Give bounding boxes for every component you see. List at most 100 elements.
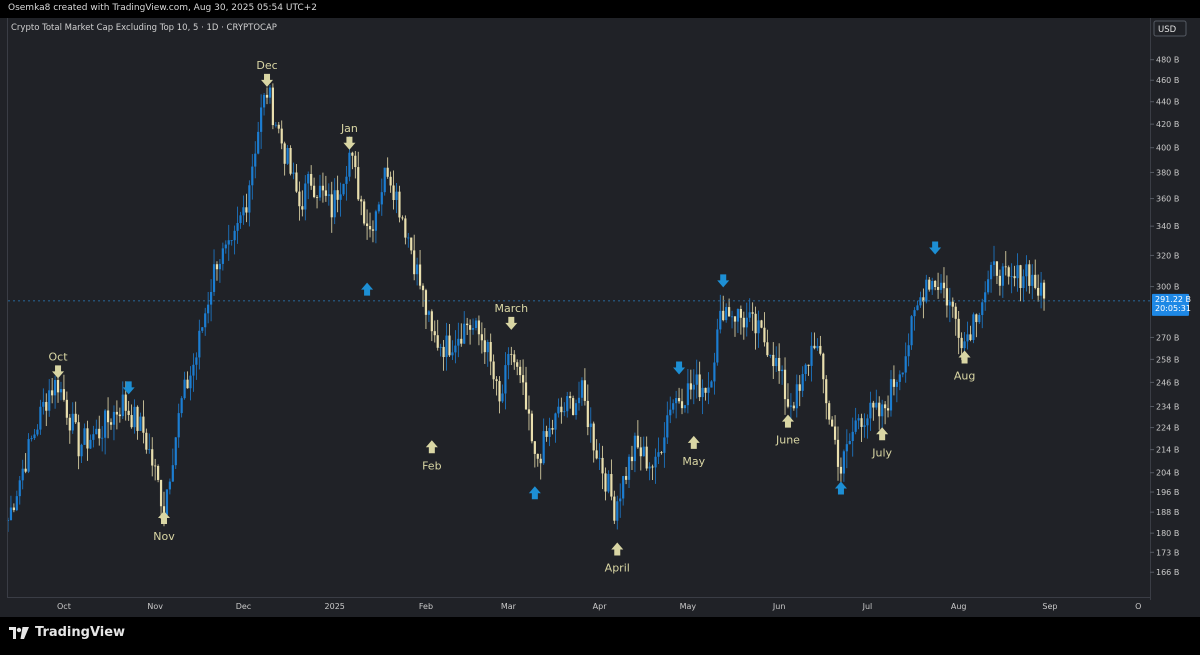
- bottom-bar: [0, 617, 1200, 655]
- candle-body: [533, 441, 536, 454]
- candle-body: [27, 439, 30, 472]
- candle: [139, 412, 142, 431]
- candle-body: [987, 279, 990, 293]
- candle: [604, 467, 607, 501]
- candle-body: [807, 364, 810, 366]
- candle: [1042, 279, 1046, 311]
- candle: [386, 157, 389, 179]
- candle-body: [248, 185, 251, 213]
- countdown-text: 20:05:31: [1155, 304, 1191, 313]
- candle-body: [945, 288, 949, 306]
- candle-body: [910, 316, 913, 346]
- candle: [260, 94, 263, 149]
- candle: [27, 433, 30, 474]
- candle: [813, 332, 816, 350]
- candle: [310, 165, 313, 190]
- candle: [218, 258, 222, 283]
- time-axis[interactable]: Oct Nov Dec 2025 Feb Mar Apr May Jun Jul Aug Sep O: [57, 602, 1141, 611]
- candle-body: [513, 354, 516, 363]
- candle-body: [651, 466, 654, 468]
- candle: [716, 318, 719, 366]
- candle-body: [604, 473, 607, 492]
- candle-body: [218, 263, 222, 270]
- candle-body: [36, 429, 39, 435]
- candle: [357, 151, 360, 201]
- candle-body: [327, 194, 330, 196]
- candle: [713, 352, 716, 395]
- candle: [848, 433, 851, 445]
- candle: [563, 402, 566, 417]
- candle-body: [745, 317, 748, 328]
- candle-body: [739, 308, 742, 318]
- candle: [159, 479, 163, 520]
- candle-body: [395, 191, 398, 201]
- candle-body: [159, 479, 163, 507]
- candle-body: [154, 465, 157, 467]
- candle: [145, 428, 148, 454]
- candle: [1016, 253, 1019, 292]
- candle-body: [748, 312, 751, 318]
- candle-body: [92, 434, 95, 440]
- candle-body: [907, 345, 910, 357]
- annotation-label: Dec: [256, 59, 277, 72]
- candle-body: [142, 416, 145, 433]
- price-tick-label: 180 B: [1156, 529, 1179, 538]
- candle-body: [351, 152, 354, 156]
- candle: [471, 318, 475, 335]
- candle: [819, 335, 822, 356]
- candle: [59, 381, 63, 401]
- candlestick-chart[interactable]: OctNovDecJanFebMarchAprilMayJuneJulyAug …: [0, 18, 1200, 617]
- candle-body: [919, 297, 922, 306]
- candle-body: [83, 428, 86, 445]
- candle: [183, 371, 186, 400]
- candle-body: [833, 426, 837, 440]
- candle: [701, 379, 704, 415]
- candle-body: [209, 291, 213, 305]
- candle-body: [242, 207, 245, 216]
- currency-label[interactable]: USD: [1158, 25, 1177, 35]
- candle: [71, 402, 74, 434]
- candle-body: [730, 316, 734, 318]
- candle: [36, 424, 39, 437]
- candle-body: [424, 290, 428, 315]
- candle: [616, 495, 619, 530]
- candle: [318, 174, 322, 201]
- candle: [521, 359, 525, 395]
- candle-body: [616, 501, 619, 521]
- candle-body: [931, 280, 934, 290]
- candle-body: [333, 190, 336, 218]
- candle: [207, 291, 210, 324]
- candle-body: [230, 240, 233, 242]
- candle: [495, 376, 498, 396]
- candle-body: [630, 456, 634, 462]
- candle: [722, 295, 725, 322]
- candle: [792, 401, 795, 411]
- candle-body: [654, 456, 657, 468]
- candle-body: [1034, 274, 1037, 288]
- annotation-label: Oct: [49, 350, 69, 363]
- candle: [966, 321, 969, 350]
- candle: [878, 396, 881, 430]
- candle-body: [363, 201, 366, 224]
- price-tick-label: 214 B: [1156, 446, 1179, 455]
- candle-body: [207, 304, 210, 314]
- candle: [642, 436, 645, 457]
- candle: [863, 413, 866, 438]
- candle: [292, 162, 295, 180]
- candle-body: [171, 465, 174, 482]
- candle-body: [348, 152, 351, 177]
- candle: [368, 212, 372, 238]
- candle-body: [913, 310, 916, 317]
- candle: [554, 412, 557, 443]
- candle-body: [574, 403, 578, 416]
- candle-body: [433, 331, 436, 336]
- candle: [298, 181, 301, 221]
- candle-body: [836, 439, 840, 467]
- candle-body: [698, 374, 701, 398]
- candle-body: [439, 346, 442, 348]
- candle: [589, 407, 592, 443]
- candle: [418, 249, 422, 290]
- price-axis[interactable]: 480 B 460 B 440 B 420 B 400 B 380 B 360 B 340 B…: [1150, 56, 1179, 578]
- candle: [680, 388, 684, 415]
- candle-body: [1001, 266, 1004, 286]
